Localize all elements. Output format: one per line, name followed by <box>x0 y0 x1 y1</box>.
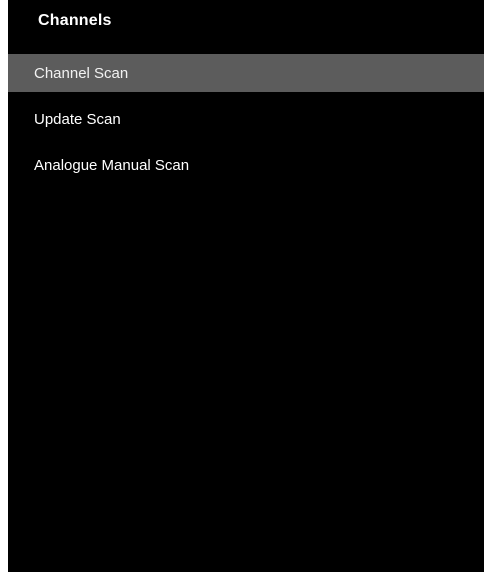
tv-menu-screen: Channels Channel Scan Update Scan Analog… <box>0 0 484 572</box>
menu-item-label: Analogue Manual Scan <box>34 156 190 174</box>
channels-panel: Channels Channel Scan Update Scan Analog… <box>8 0 484 572</box>
menu-item-channel-scan[interactable]: Channel Scan <box>8 54 484 92</box>
channels-menu: Channel Scan Update Scan Analogue Manual… <box>8 54 484 192</box>
menu-item-analogue-manual-scan[interactable]: Analogue Manual Scan <box>8 146 484 184</box>
menu-item-label: Channel Scan <box>34 64 129 82</box>
menu-item-update-scan[interactable]: Update Scan <box>8 100 484 138</box>
menu-item-label: Update Scan <box>34 110 121 128</box>
panel-title: Channels <box>38 12 112 29</box>
